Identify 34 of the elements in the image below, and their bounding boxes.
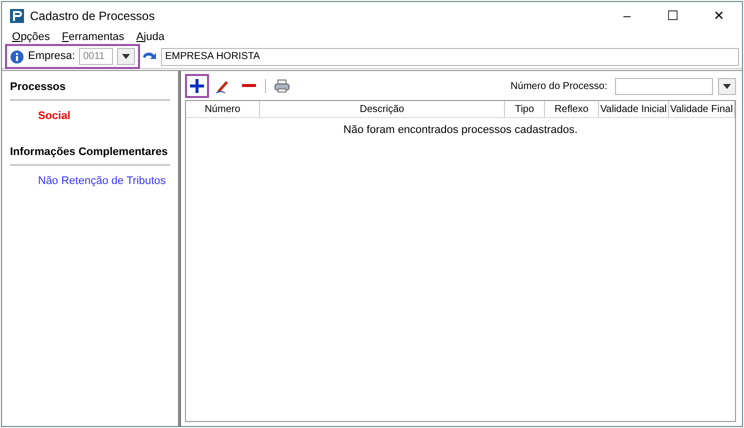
app-logo-icon: [10, 9, 24, 23]
caret-icon: [723, 84, 731, 88]
company-label: Empresa:: [28, 49, 76, 64]
maximize-button[interactable]: ☐: [650, 6, 696, 26]
section-heading: Processos: [10, 79, 170, 100]
process-number-field[interactable]: [615, 78, 714, 94]
dropdown-button[interactable]: [718, 78, 736, 94]
close-button[interactable]: ✕: [696, 6, 742, 26]
menu-item[interactable]: Opções: [12, 29, 50, 46]
company-name-field: EMPRESA HORISTA: [161, 48, 739, 66]
minus-icon: [242, 84, 256, 88]
dropdown-button[interactable]: [117, 48, 136, 65]
section-heading: Informações Complementares: [10, 144, 170, 166]
company-code-field[interactable]: 0011: [79, 48, 114, 65]
column-header[interactable]: Validade Final: [669, 101, 735, 117]
column-header[interactable]: Descrição: [260, 101, 505, 117]
minimize-button[interactable]: –: [604, 6, 650, 26]
add-button[interactable]: [185, 74, 209, 98]
column-header[interactable]: Número: [186, 101, 260, 117]
add-icon: [190, 79, 204, 93]
pencil-icon: [215, 78, 231, 94]
column-header[interactable]: Validade Inicial: [599, 101, 669, 117]
column-header[interactable]: Reflexo: [545, 101, 599, 117]
process-number-label: Número do Processo:: [510, 80, 608, 94]
menu-item[interactable]: Ferramentas: [62, 29, 124, 46]
column-header[interactable]: Tipo: [505, 101, 545, 117]
printer-icon: [274, 79, 290, 93]
menu-item[interactable]: Ajuda: [136, 29, 164, 46]
sidebar-item[interactable]: Social: [10, 108, 170, 124]
info-icon: [10, 50, 24, 64]
window-title: Cadastro de Processos: [30, 8, 155, 25]
empty-message: Não foram encontrados processos cadastrados.: [342, 123, 579, 138]
caret-icon: [122, 54, 130, 59]
sidebar-item[interactable]: Não Retenção de Tributos: [10, 172, 170, 189]
